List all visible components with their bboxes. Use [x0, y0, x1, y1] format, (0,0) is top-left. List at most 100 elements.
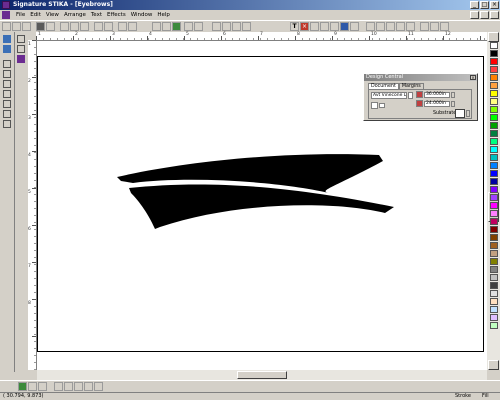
palette-swatch[interactable]: [490, 282, 498, 289]
doc-restore-button[interactable]: [480, 11, 489, 19]
palette-swatch[interactable]: [490, 154, 498, 161]
group-icon[interactable]: [152, 22, 161, 31]
contour-icon[interactable]: [396, 22, 405, 31]
horizontal-scrollbar[interactable]: [37, 370, 487, 380]
save-icon[interactable]: [22, 22, 31, 31]
palette-swatch[interactable]: [490, 186, 498, 193]
palette-swatch[interactable]: [490, 258, 498, 265]
palette-swatch[interactable]: [490, 98, 498, 105]
help-icon[interactable]: [440, 22, 449, 31]
menu-view[interactable]: View: [44, 11, 62, 19]
layer-icon[interactable]: [38, 382, 47, 391]
palette-swatch[interactable]: [490, 122, 498, 129]
palette-swatch[interactable]: [490, 274, 498, 281]
palette-swatch[interactable]: [490, 210, 498, 217]
palette-swatch[interactable]: [490, 82, 498, 89]
palette-swatch[interactable]: [490, 130, 498, 137]
snap-grid-icon[interactable]: [54, 382, 63, 391]
design-central-close-button[interactable]: ×: [470, 75, 476, 80]
zoom-icon[interactable]: [184, 22, 193, 31]
media-select[interactable]: Avt Vinecone D: [371, 92, 407, 99]
close-button[interactable]: ×: [490, 1, 499, 9]
print-icon[interactable]: [36, 22, 45, 31]
palette-swatch[interactable]: [490, 42, 498, 49]
page-add-icon[interactable]: [18, 382, 27, 391]
outline-icon[interactable]: [376, 22, 385, 31]
landscape-icon[interactable]: [379, 103, 385, 108]
height-spinner[interactable]: [451, 101, 455, 107]
menu-text[interactable]: Text: [89, 11, 105, 19]
palette-swatch[interactable]: [490, 146, 498, 153]
text-tool-icon[interactable]: T: [290, 22, 299, 31]
export-icon[interactable]: [128, 22, 137, 31]
menu-window[interactable]: Window: [129, 11, 156, 19]
doc-close-button[interactable]: [490, 11, 499, 19]
nodes-icon[interactable]: [350, 22, 359, 31]
preview-icon[interactable]: [46, 22, 55, 31]
pointer-icon[interactable]: [3, 60, 11, 68]
scroll-up-button[interactable]: [488, 32, 499, 42]
ungroup-icon[interactable]: [162, 22, 171, 31]
snap-guide-icon[interactable]: [64, 382, 73, 391]
palette-swatch[interactable]: [490, 50, 498, 57]
distribute-icon[interactable]: [222, 22, 231, 31]
menu-arrange[interactable]: Arrange: [62, 11, 89, 19]
palette-swatch[interactable]: [490, 218, 498, 225]
zoom-tool-icon[interactable]: [3, 110, 11, 118]
width-field[interactable]: 36.000in: [424, 92, 450, 98]
palette-swatch[interactable]: [490, 66, 498, 73]
tile-icon[interactable]: [420, 22, 429, 31]
open-icon[interactable]: [12, 22, 21, 31]
arrange-icon[interactable]: [232, 22, 241, 31]
palette-swatch[interactable]: [490, 178, 498, 185]
palette-swatch[interactable]: [490, 298, 498, 305]
shadow-icon[interactable]: [386, 22, 395, 31]
palette-swatch[interactable]: [490, 226, 498, 233]
palette-swatch[interactable]: [490, 250, 498, 257]
palette-swatch[interactable]: [490, 138, 498, 145]
palette-swatch[interactable]: [490, 170, 498, 177]
purple-tool-icon[interactable]: [17, 55, 25, 63]
palette-swatch[interactable]: [490, 74, 498, 81]
color-icon[interactable]: [330, 22, 339, 31]
align-icon[interactable]: [212, 22, 221, 31]
knife-icon[interactable]: [3, 100, 11, 108]
zoom-fit-icon[interactable]: [194, 22, 203, 31]
weed-icon[interactable]: [366, 22, 375, 31]
pen-icon[interactable]: [3, 90, 11, 98]
undo-icon[interactable]: [94, 22, 103, 31]
doc-minimize-button[interactable]: [470, 11, 479, 19]
arrow-tool-icon[interactable]: [17, 35, 25, 43]
scroll-down-button[interactable]: [488, 360, 499, 370]
palette-swatch[interactable]: [490, 266, 498, 273]
palette-swatch[interactable]: [490, 58, 498, 65]
weld-icon[interactable]: [172, 22, 181, 31]
node-edit-tool-icon[interactable]: [3, 45, 11, 53]
portrait-icon[interactable]: [371, 102, 378, 109]
palette-swatch[interactable]: [490, 242, 498, 249]
document-icon[interactable]: [2, 11, 10, 19]
palette-swatch[interactable]: [490, 106, 498, 113]
maximize-button[interactable]: □: [480, 1, 489, 9]
menu-edit[interactable]: Edit: [28, 11, 44, 19]
zoom-out-icon[interactable]: [84, 382, 93, 391]
palette-swatch[interactable]: [490, 322, 498, 329]
distort-icon[interactable]: [406, 22, 415, 31]
palette-swatch[interactable]: [490, 290, 498, 297]
design-central-icon[interactable]: [340, 22, 349, 31]
palette-swatch[interactable]: [490, 194, 498, 201]
import-icon[interactable]: [118, 22, 127, 31]
width-spinner[interactable]: [451, 92, 455, 98]
substrate-swatch[interactable]: [455, 109, 465, 118]
cut-icon[interactable]: [60, 22, 69, 31]
zoom-all-icon[interactable]: [94, 382, 103, 391]
horizontal-scroll-thumb[interactable]: [237, 371, 287, 379]
new-icon[interactable]: [2, 22, 11, 31]
page-icon[interactable]: [28, 382, 37, 391]
palette-swatch[interactable]: [490, 90, 498, 97]
nest-icon[interactable]: [430, 22, 439, 31]
shape-icon[interactable]: [3, 80, 11, 88]
zoom-in-icon[interactable]: [74, 382, 83, 391]
vertical-ruler[interactable]: 1 2 3 4 5 6 7 8: [28, 40, 37, 370]
height-field[interactable]: 24.000in: [424, 101, 450, 107]
